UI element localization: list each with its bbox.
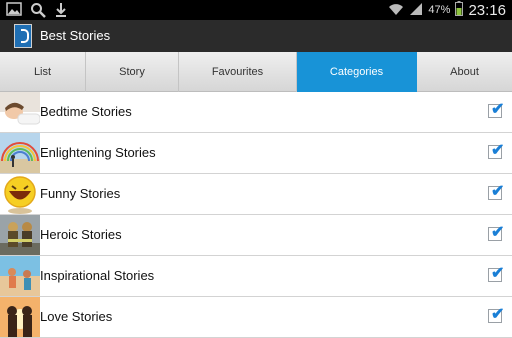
category-checkbox[interactable]: ✔ (488, 184, 504, 200)
battery-icon (455, 1, 464, 19)
tab-bar: List Story Favourites Categories About (0, 52, 512, 92)
category-label: Inspirational Stories (40, 268, 155, 283)
signal-icon (409, 2, 423, 19)
sleeping-baby-image (0, 92, 40, 132)
list-item[interactable]: Enlightening Stories ✔ (0, 133, 512, 174)
laughing-face-image (0, 174, 40, 214)
wifi-icon (388, 2, 404, 19)
list-item[interactable]: Heroic Stories ✔ (0, 215, 512, 256)
tab-list[interactable]: List (0, 52, 86, 92)
category-label: Bedtime Stories (40, 104, 132, 119)
firefighters-image (0, 215, 40, 255)
list-item[interactable]: Love Stories ✔ (0, 297, 512, 338)
app-title: Best Stories (40, 28, 111, 43)
tab-about[interactable]: About (417, 52, 512, 92)
tab-categories[interactable]: Categories (297, 52, 417, 92)
best-stories-app-icon[interactable] (14, 24, 32, 48)
tab-story[interactable]: Story (86, 52, 179, 92)
tab-favourites[interactable]: Favourites (179, 52, 297, 92)
category-list: Bedtime Stories ✔ Enlightening Stories ✔… (0, 92, 512, 338)
rainbow-beach-image (0, 133, 40, 173)
beach-people-image (0, 256, 40, 296)
category-checkbox[interactable]: ✔ (488, 307, 504, 323)
category-checkbox[interactable]: ✔ (488, 266, 504, 282)
list-item[interactable]: Bedtime Stories ✔ (0, 92, 512, 133)
category-label: Love Stories (40, 309, 113, 324)
list-item[interactable]: Inspirational Stories ✔ (0, 256, 512, 297)
clock: 23:16 (468, 1, 506, 19)
category-label: Heroic Stories (40, 227, 122, 242)
status-bar: 47% 23:16 (0, 0, 512, 20)
category-checkbox[interactable]: ✔ (488, 102, 504, 118)
couple-sunset-image (0, 297, 40, 337)
category-label: Funny Stories (40, 186, 121, 201)
category-checkbox[interactable]: ✔ (488, 143, 504, 159)
battery-percent: 47% (428, 4, 451, 16)
list-item[interactable]: Funny Stories ✔ (0, 174, 512, 215)
category-checkbox[interactable]: ✔ (488, 225, 504, 241)
category-label: Enlightening Stories (40, 145, 156, 160)
